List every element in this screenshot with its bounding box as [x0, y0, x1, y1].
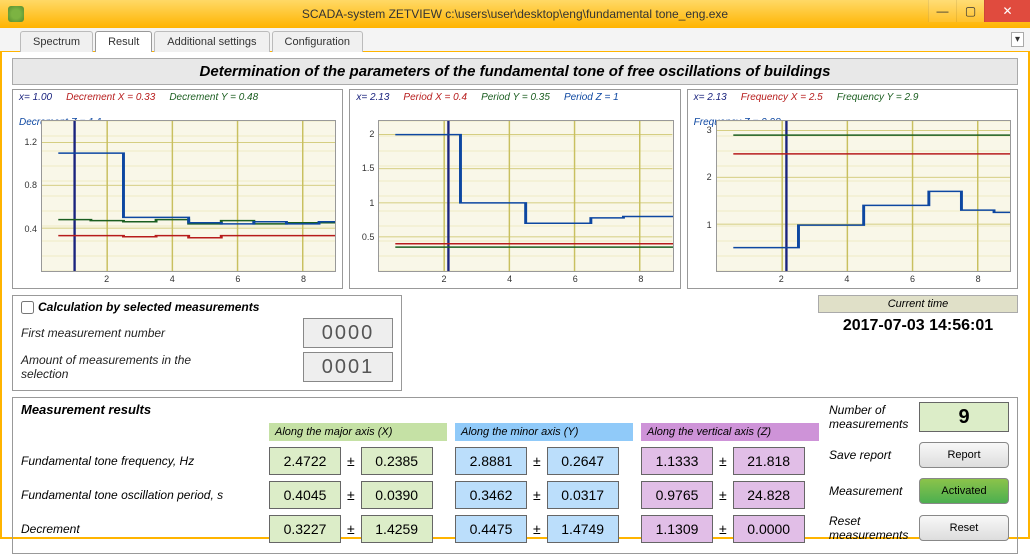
num-measurements-label: Number of measurements	[829, 403, 913, 431]
activated-button[interactable]: Activated	[919, 478, 1009, 504]
result-row-label: Fundamental tone oscillation period, s	[21, 488, 261, 502]
current-time-label: Current time	[818, 295, 1018, 313]
results-grid: Along the major axis (X) Along the minor…	[21, 423, 819, 543]
tab-result[interactable]: Result	[95, 31, 152, 52]
chart-readout: x= 1.00	[19, 92, 52, 103]
y-axis-ticks: 1.20.80.4	[13, 120, 39, 272]
chart-readout: Frequency Y = 2.9	[837, 92, 919, 103]
result-cell: 0.4045±0.0390	[269, 481, 447, 509]
result-value: 2.8881	[455, 447, 527, 475]
results-side-panel: Number of measurements 9 Save report Rep…	[819, 402, 1009, 543]
tab-overflow-icon[interactable]: ▾	[1011, 32, 1024, 47]
reset-button[interactable]: Reset	[919, 515, 1009, 541]
plus-minus-icon: ±	[717, 521, 729, 537]
plot-area[interactable]	[41, 120, 336, 272]
report-button[interactable]: Report	[919, 442, 1009, 468]
current-time-box: Current time 2017-07-03 14:56:01	[818, 295, 1018, 391]
result-cell: 0.9765±24.828	[641, 481, 819, 509]
window-titlebar: SCADA-system ZETVIEW c:\users\user\deskt…	[0, 0, 1030, 28]
calc-time-row: Calculation by selected measurements Fir…	[12, 295, 1018, 391]
plus-minus-icon: ±	[345, 453, 357, 469]
chart-readout: Decrement Y = 0.48	[169, 92, 258, 103]
result-uncertainty: 24.828	[733, 481, 805, 509]
chart-readout: Period X = 0.4	[403, 92, 467, 103]
plus-minus-icon: ±	[531, 487, 543, 503]
x-axis-ticks: 2468	[716, 274, 1011, 286]
plot-area[interactable]	[716, 120, 1011, 272]
axis-header-x: Along the major axis (X)	[269, 423, 447, 441]
save-report-label: Save report	[829, 448, 913, 462]
chart-readouts: x= 2.13 Period X = 0.4 Period Y = 0.35 Peri…	[350, 90, 679, 105]
chart-readout: Period Z = 1	[564, 92, 619, 103]
chart-readout: x= 2.13	[356, 92, 389, 103]
amount-measurements-label: Amount of measurements in the selection	[21, 353, 221, 381]
result-cell: 2.4722±0.2385	[269, 447, 447, 475]
result-value: 0.3462	[455, 481, 527, 509]
app-icon	[8, 6, 24, 22]
calc-checkbox-text: Calculation by selected measurements	[38, 300, 259, 314]
current-time-value: 2017-07-03 14:56:01	[818, 313, 1018, 339]
maximize-button[interactable]: ▢	[956, 0, 984, 22]
chart-period: x= 2.13 Period X = 0.4 Period Y = 0.35 Peri…	[349, 89, 680, 289]
result-value: 1.1333	[641, 447, 713, 475]
content-area: Determination of the parameters of the f…	[0, 52, 1030, 539]
result-cell: 1.1333±21.818	[641, 447, 819, 475]
result-uncertainty: 0.0390	[361, 481, 433, 509]
plus-minus-icon: ±	[345, 521, 357, 537]
calculation-box: Calculation by selected measurements Fir…	[12, 295, 402, 391]
plot-area[interactable]	[378, 120, 673, 272]
plus-minus-icon: ±	[717, 453, 729, 469]
num-measurements-value: 9	[919, 402, 1009, 432]
axis-header-z: Along the vertical axis (Z)	[641, 423, 819, 441]
result-uncertainty: 0.0317	[547, 481, 619, 509]
results-left: Measurement results Along the major axis…	[21, 402, 819, 543]
plus-minus-icon: ±	[345, 487, 357, 503]
axis-header-y: Along the minor axis (Y)	[455, 423, 633, 441]
result-cell: 0.3462±0.0317	[455, 481, 633, 509]
minimize-button[interactable]: —	[928, 0, 956, 22]
amount-measurements-value[interactable]: 0001	[303, 352, 393, 382]
y-axis-ticks: 21.510.5	[350, 120, 376, 272]
first-measurement-label: First measurement number	[21, 326, 165, 340]
result-row-label: Fundamental tone frequency, Hz	[21, 454, 261, 468]
window-controls: — ▢ ✕	[928, 0, 1030, 22]
result-uncertainty: 0.2385	[361, 447, 433, 475]
plus-minus-icon: ±	[531, 521, 543, 537]
page-title: Determination of the parameters of the f…	[12, 58, 1018, 85]
close-button[interactable]: ✕	[984, 0, 1030, 22]
first-measurement-value[interactable]: 0000	[303, 318, 393, 348]
plus-minus-icon: ±	[531, 453, 543, 469]
chart-decrement: x= 1.00 Decrement X = 0.33 Decrement Y = 0…	[12, 89, 343, 289]
measurement-results-box: Measurement results Along the major axis…	[12, 397, 1018, 554]
chart-readout: Period Y = 0.35	[481, 92, 550, 103]
results-title: Measurement results	[21, 402, 819, 417]
result-row-label: Decrement	[21, 522, 261, 536]
charts-row: x= 1.00 Decrement X = 0.33 Decrement Y = 0…	[12, 89, 1018, 289]
result-uncertainty: 21.818	[733, 447, 805, 475]
measurement-label: Measurement	[829, 484, 913, 498]
calc-checkbox[interactable]	[21, 301, 34, 314]
tab-strip: Spectrum Result Additional settings Conf…	[0, 28, 1030, 52]
chart-readout: Frequency X = 2.5	[741, 92, 823, 103]
result-value: 0.9765	[641, 481, 713, 509]
result-uncertainty: 0.2647	[547, 447, 619, 475]
tab-configuration[interactable]: Configuration	[272, 31, 363, 52]
calc-checkbox-label[interactable]: Calculation by selected measurements	[21, 300, 393, 314]
window-title: SCADA-system ZETVIEW c:\users\user\deskt…	[302, 7, 728, 21]
result-value: 2.4722	[269, 447, 341, 475]
result-cell: 2.8881±0.2647	[455, 447, 633, 475]
reset-measurements-label: Reset measurements	[829, 514, 913, 542]
result-value: 0.4045	[269, 481, 341, 509]
plus-minus-icon: ±	[717, 487, 729, 503]
tab-spectrum[interactable]: Spectrum	[20, 31, 93, 52]
x-axis-ticks: 2468	[378, 274, 673, 286]
chart-frequency: x= 2.13 Frequency X = 2.5 Frequency Y = 2.…	[687, 89, 1018, 289]
chart-readout: x= 2.13	[694, 92, 727, 103]
tab-additional-settings[interactable]: Additional settings	[154, 31, 269, 52]
x-axis-ticks: 2468	[41, 274, 336, 286]
chart-readout: Decrement X = 0.33	[66, 92, 155, 103]
y-axis-ticks: 321	[688, 120, 714, 272]
